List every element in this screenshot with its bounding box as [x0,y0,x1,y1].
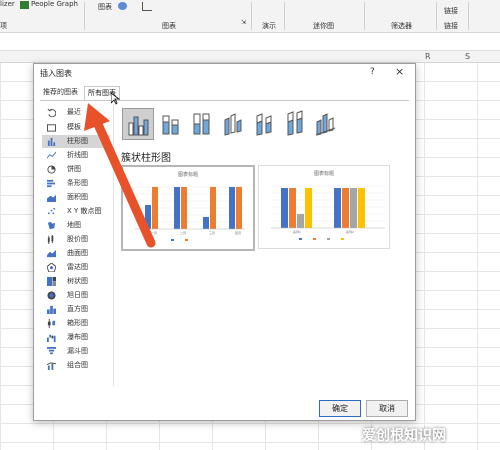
annotation-arrow-icon [84,103,156,248]
watermark: 爱创根知识网 [362,428,446,444]
mouse-cursor-icon [111,93,121,105]
